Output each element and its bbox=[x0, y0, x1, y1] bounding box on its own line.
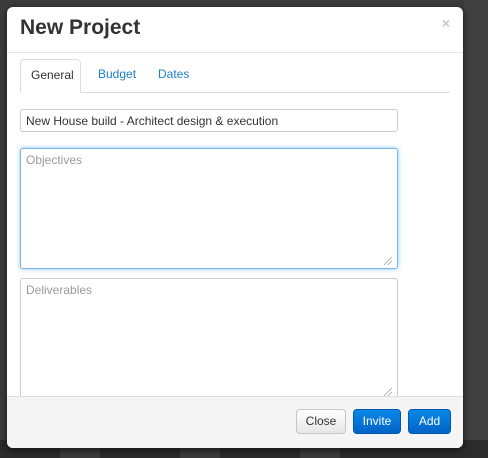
tab-bar: General Budget Dates bbox=[20, 59, 450, 93]
tab-budget[interactable]: Budget bbox=[88, 59, 146, 91]
backdrop-edge bbox=[464, 0, 488, 458]
resize-grip-icon[interactable] bbox=[384, 388, 392, 396]
deliverables-textarea[interactable] bbox=[20, 278, 398, 403]
dialog-title: New Project bbox=[20, 16, 141, 39]
dialog-footer: Close Invite Add bbox=[7, 396, 463, 448]
close-button[interactable]: Close bbox=[296, 409, 346, 434]
project-name-input[interactable] bbox=[20, 109, 398, 132]
add-button[interactable]: Add bbox=[408, 409, 451, 434]
resize-grip-icon[interactable] bbox=[384, 257, 392, 265]
invite-button[interactable]: Invite bbox=[353, 409, 401, 434]
close-icon[interactable]: × bbox=[442, 15, 450, 31]
tab-dates[interactable]: Dates bbox=[148, 59, 199, 91]
objectives-textarea[interactable] bbox=[20, 148, 398, 269]
tab-general[interactable]: General bbox=[20, 59, 81, 93]
header-divider bbox=[7, 52, 463, 53]
new-project-dialog: New Project × General Budget Dates Close… bbox=[7, 7, 463, 448]
